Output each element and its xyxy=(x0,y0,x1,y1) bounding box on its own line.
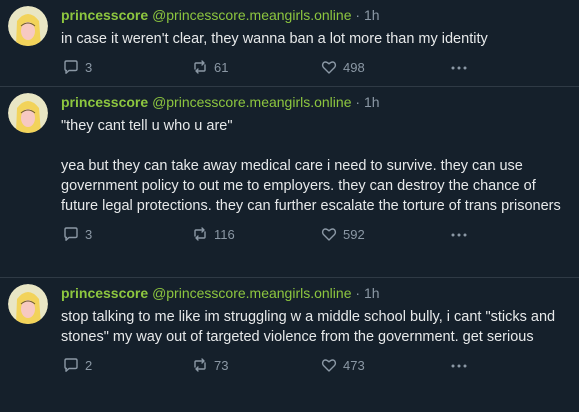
like-button[interactable]: 498 xyxy=(321,59,365,75)
more-button[interactable] xyxy=(450,61,468,78)
post-time[interactable]: 1h xyxy=(364,94,380,110)
author-handle[interactable]: @princesscore.meangirls.online xyxy=(152,94,351,110)
reply-icon xyxy=(64,227,78,241)
more-icon xyxy=(451,66,467,70)
repost-count: 116 xyxy=(214,226,235,242)
reply-count: 2 xyxy=(85,357,93,373)
more-icon xyxy=(451,364,467,368)
author-handle[interactable]: @princesscore.meangirls.online xyxy=(152,285,351,301)
repost-count: 61 xyxy=(214,59,229,75)
post-feed: princesscore @princesscore.meangirls.onl… xyxy=(0,0,579,412)
repost-icon xyxy=(194,358,206,372)
reply-button[interactable]: 2 xyxy=(63,357,92,373)
repost-button[interactable]: 73 xyxy=(192,357,228,373)
meta-separator: · xyxy=(355,7,361,23)
repost-button[interactable]: 116 xyxy=(192,226,235,242)
post[interactable]: princesscore @princesscore.meangirls.onl… xyxy=(0,87,579,278)
heart-icon xyxy=(321,61,337,74)
like-count: 592 xyxy=(343,226,365,242)
more-icon xyxy=(451,233,467,237)
avatar[interactable] xyxy=(8,284,48,324)
post-text: in case it weren't clear, they wanna ban… xyxy=(61,31,488,47)
like-button[interactable]: 592 xyxy=(321,226,365,242)
post-time[interactable]: 1h xyxy=(364,285,380,301)
more-button[interactable] xyxy=(450,228,468,245)
heart-icon xyxy=(321,359,337,372)
post[interactable]: princesscore @princesscore.meangirls.onl… xyxy=(0,0,579,87)
post-actions: 2 73 473 xyxy=(61,357,565,377)
post-actions: 3 116 592 xyxy=(61,226,565,246)
reply-icon xyxy=(64,60,78,74)
reply-icon xyxy=(64,358,78,372)
heart-icon xyxy=(321,228,337,241)
author-name[interactable]: princesscore xyxy=(61,94,148,110)
repost-count: 73 xyxy=(214,357,229,373)
reply-count: 3 xyxy=(85,226,93,242)
post[interactable]: princesscore @princesscore.meangirls.onl… xyxy=(0,278,579,412)
post-text: stop talking to me like im struggling w … xyxy=(61,309,560,345)
reply-button[interactable]: 3 xyxy=(63,59,92,75)
avatar[interactable] xyxy=(8,6,48,46)
post-actions: 3 61 498 xyxy=(61,59,565,79)
like-count: 498 xyxy=(343,59,365,75)
reply-button[interactable]: 3 xyxy=(63,226,92,242)
repost-icon xyxy=(194,227,206,241)
author-name[interactable]: princesscore xyxy=(61,7,148,23)
more-button[interactable] xyxy=(450,359,468,376)
meta-separator: · xyxy=(355,285,361,301)
avatar[interactable] xyxy=(8,93,48,133)
reply-count: 3 xyxy=(85,59,93,75)
post-time[interactable]: 1h xyxy=(364,7,380,23)
author-name[interactable]: princesscore xyxy=(61,285,148,301)
post-text: "they cant tell u who u are" yea but the… xyxy=(61,118,561,214)
repost-button[interactable]: 61 xyxy=(192,59,228,75)
like-button[interactable]: 473 xyxy=(321,357,365,373)
repost-icon xyxy=(194,60,206,74)
like-count: 473 xyxy=(343,357,365,373)
author-handle[interactable]: @princesscore.meangirls.online xyxy=(152,7,351,23)
meta-separator: · xyxy=(355,94,361,110)
